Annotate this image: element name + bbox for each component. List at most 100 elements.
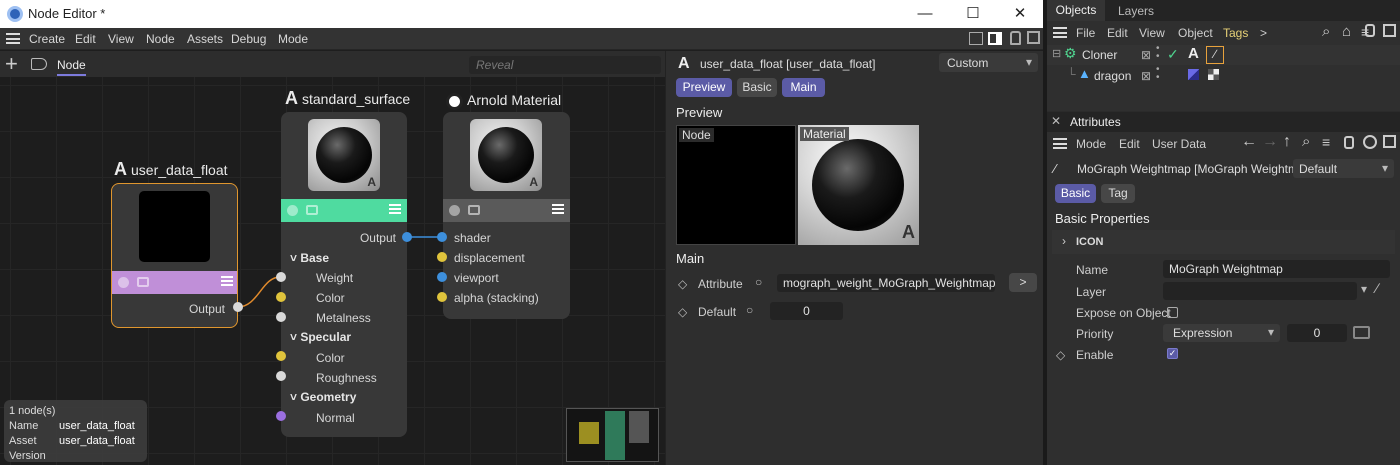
reveal-input[interactable]: Reveal <box>469 56 661 74</box>
forward-arrow-icon[interactable]: → <box>1262 133 1278 151</box>
diamond-icon[interactable]: ◇ <box>678 277 687 291</box>
picker-icon[interactable]: ∕ <box>1376 280 1378 296</box>
hamburger-icon[interactable] <box>1053 138 1067 149</box>
expand-icon[interactable] <box>1383 135 1396 148</box>
expand-icon[interactable] <box>1383 24 1396 37</box>
node-arnold-material[interactable]: A shader displacement viewport alpha (st… <box>443 112 570 319</box>
lock-icon[interactable] <box>1010 31 1021 45</box>
image-icon[interactable] <box>306 205 318 215</box>
object-row-dragon[interactable]: └ ▲ dragon ⊠ • • <box>1047 65 1400 86</box>
attr-menu-mode[interactable]: Mode <box>1076 137 1106 151</box>
obj-menu-file[interactable]: File <box>1076 26 1095 40</box>
attr-menu-edit[interactable]: Edit <box>1119 137 1140 151</box>
layer-icon[interactable]: ⊠ <box>1141 48 1151 62</box>
default-field[interactable]: 0 <box>770 302 843 320</box>
target-icon[interactable] <box>1363 135 1377 149</box>
obj-menu-view[interactable]: View <box>1139 26 1165 40</box>
image-icon[interactable] <box>468 205 480 215</box>
expand-icon[interactable] <box>1027 31 1040 44</box>
circle-icon[interactable]: ○ <box>746 303 753 317</box>
close-button[interactable]: ✕ <box>997 0 1043 28</box>
preset-dropdown[interactable]: Default ▾ <box>1293 159 1394 178</box>
arnold-tag-icon[interactable]: A <box>1188 45 1199 62</box>
expose-checkbox[interactable] <box>1167 307 1178 318</box>
output-port[interactable] <box>233 302 243 312</box>
hamburger-icon[interactable] <box>6 33 20 44</box>
chevron-down-icon[interactable]: ▾ <box>1361 282 1367 296</box>
weightmap-tag-icon[interactable]: ∕ <box>1206 46 1224 64</box>
enable-checkbox[interactable]: ✓ <box>1167 348 1178 359</box>
back-arrow-icon[interactable]: ← <box>1241 133 1257 151</box>
obj-menu-edit[interactable]: Edit <box>1107 26 1128 40</box>
node-user-data-float[interactable]: Output <box>111 183 238 328</box>
obj-menu-tags[interactable]: Tags <box>1223 26 1248 40</box>
dollar-icon[interactable] <box>118 277 129 288</box>
tab-layers[interactable]: Layers <box>1118 4 1154 18</box>
tab-preview[interactable]: Preview <box>676 78 732 97</box>
input-port-normal[interactable] <box>276 411 286 421</box>
node-menu-icon[interactable] <box>389 204 401 214</box>
menu-edit[interactable]: Edit <box>75 32 96 46</box>
mode-dropdown[interactable]: Custom ▾ <box>939 53 1038 72</box>
layout-right-icon[interactable] <box>988 32 1002 45</box>
tab-tag[interactable]: Tag <box>1101 184 1135 203</box>
search-icon[interactable]: ⌕ <box>1322 23 1330 40</box>
input-port-alpha[interactable] <box>437 292 447 302</box>
search-icon[interactable]: ⌕ <box>1302 133 1310 150</box>
tab-basic[interactable]: Basic <box>1055 184 1096 203</box>
node-graph-canvas[interactable]: Auser_data_float Output Astandard_surfac… <box>0 77 665 465</box>
tab-node[interactable]: Node <box>57 58 86 76</box>
up-arrow-icon[interactable]: ↑ <box>1283 133 1291 151</box>
node-standard-surface[interactable]: A Output ˅ Base Weight Color Metalness ˅… <box>281 112 407 437</box>
visibility-dots-icon[interactable]: • • <box>1156 65 1160 83</box>
tab-main[interactable]: Main <box>782 78 825 97</box>
node-menu-icon[interactable] <box>221 276 233 286</box>
menu-create[interactable]: Create <box>29 32 65 46</box>
input-port-color[interactable] <box>276 292 286 302</box>
filter-icon[interactable]: ≡ <box>1322 134 1330 150</box>
diamond-icon[interactable]: ◇ <box>678 305 687 319</box>
attribute-arrow-button[interactable]: > <box>1009 273 1037 292</box>
texture-tag-icon[interactable] <box>1208 69 1219 80</box>
input-port-weight[interactable] <box>276 272 286 282</box>
menu-assets[interactable]: Assets <box>187 32 223 46</box>
input-port-roughness[interactable] <box>276 371 286 381</box>
layout-left-icon[interactable] <box>969 32 983 45</box>
diamond-icon[interactable]: ◇ <box>1056 348 1065 362</box>
object-name[interactable]: dragon <box>1094 69 1131 83</box>
menu-mode[interactable]: Mode <box>278 32 308 46</box>
name-field[interactable]: MoGraph Weightmap <box>1163 260 1390 278</box>
attribute-field[interactable]: mograph_weight_MoGraph_Weightmap <box>777 274 995 292</box>
camera-icon[interactable] <box>1353 326 1370 339</box>
hamburger-icon[interactable] <box>1053 27 1067 38</box>
input-port-viewport[interactable] <box>437 272 447 282</box>
group-geometry[interactable]: ˅ Geometry <box>290 390 356 404</box>
layer-icon[interactable]: ⊠ <box>1141 69 1151 83</box>
visibility-dots-icon[interactable]: • • <box>1156 44 1160 62</box>
input-port-specular-color[interactable] <box>276 351 286 361</box>
tab-objects[interactable]: Objects <box>1047 0 1105 21</box>
enabled-check-icon[interactable]: ✓ <box>1167 46 1179 63</box>
home-icon[interactable]: ⌂ <box>1342 23 1351 40</box>
material-tag-icon[interactable] <box>1188 69 1199 80</box>
node-menu-icon[interactable] <box>552 204 564 214</box>
minimap[interactable] <box>566 408 659 462</box>
object-name[interactable]: Cloner <box>1082 48 1117 62</box>
circle-icon[interactable]: ○ <box>755 275 762 289</box>
minimize-button[interactable]: — <box>902 0 948 28</box>
close-icon[interactable]: ✕ <box>1051 114 1061 128</box>
add-node-icon[interactable]: + <box>5 51 18 77</box>
group-base[interactable]: ˅ Base <box>290 251 329 265</box>
menu-debug[interactable]: Debug <box>231 32 266 46</box>
input-port-metalness[interactable] <box>276 312 286 322</box>
priority-number[interactable]: 0 <box>1287 324 1347 342</box>
dollar-icon[interactable] <box>287 205 298 216</box>
menu-node[interactable]: Node <box>146 32 175 46</box>
menu-view[interactable]: View <box>108 32 134 46</box>
lock-icon[interactable] <box>1344 136 1354 149</box>
obj-menu-object[interactable]: Object <box>1178 26 1213 40</box>
obj-menu-more[interactable]: > <box>1260 26 1267 40</box>
image-icon[interactable] <box>137 277 149 287</box>
input-port-displacement[interactable] <box>437 252 447 262</box>
maximize-button[interactable]: ☐ <box>950 0 996 28</box>
